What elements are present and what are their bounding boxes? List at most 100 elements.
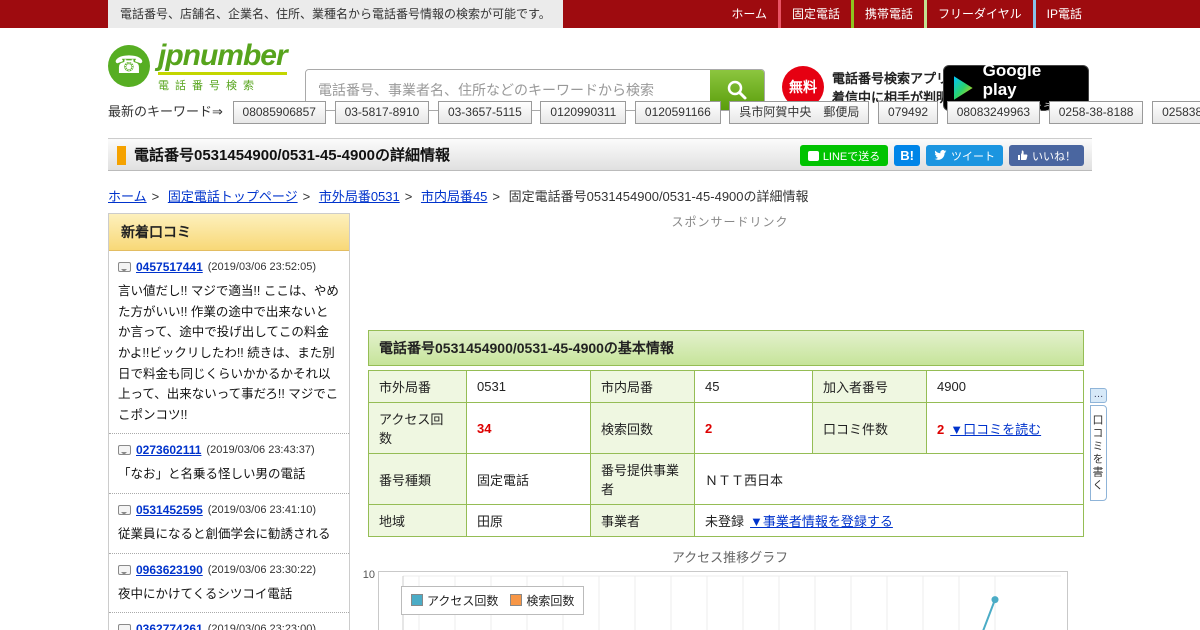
chart-legend: アクセス回数 検索回数 bbox=[401, 586, 585, 615]
keyword-chip[interactable]: 0258388188 bbox=[1152, 101, 1200, 124]
table-row: 番号種類 固定電話 番号提供事業者 ＮＴＴ西日本 bbox=[368, 453, 1084, 505]
main-content: スポンサードリンク 電話番号0531454900/0531-45-4900の基本… bbox=[363, 213, 1092, 630]
chart-title: アクセス推移グラフ bbox=[671, 550, 789, 565]
collapsed-side-tab[interactable]: … bbox=[1090, 388, 1107, 403]
access-count-label: アクセス回数 bbox=[368, 402, 467, 454]
local-code-value: 45 bbox=[694, 370, 813, 403]
keyword-chip[interactable]: 0120990311 bbox=[540, 101, 627, 124]
provider-label: 番号提供事業者 bbox=[590, 453, 695, 505]
top-nav: ホーム 固定電話 携帯電話 フリーダイヤル IP電話 bbox=[720, 0, 1093, 28]
hatena-bookmark-button[interactable]: B! bbox=[894, 145, 920, 166]
topnav-tollfree[interactable]: フリーダイヤル bbox=[924, 0, 1033, 28]
keyword-chip[interactable]: 0120591166 bbox=[634, 101, 721, 124]
legend-item-search: 検索回数 bbox=[510, 592, 574, 609]
page: 電話番号、店舗名、企業名、住所、業種名から電話番号情報の検索が可能です。 ホーム… bbox=[0, 0, 1200, 630]
access-trend-chart: 10 5 0 アクセス回数 検索回数 bbox=[363, 569, 1068, 630]
breadcrumb-area-code[interactable]: 市外局番0531 bbox=[319, 189, 400, 204]
review-item: 0362774261 (2019/03/06 23:23:00) 加盟店手数料が… bbox=[109, 613, 349, 630]
page-title: 電話番号0531454900/0531-45-4900の詳細情報 bbox=[134, 147, 451, 164]
breadcrumb-separator: > bbox=[492, 189, 501, 204]
breadcrumb-landline-top[interactable]: 固定電話トップページ bbox=[168, 189, 298, 204]
area-code-value: 0531 bbox=[466, 370, 591, 403]
basic-info-table: 市外局番 0531 市内局番 45 加入者番号 4900 アクセス回数 34 検… bbox=[368, 370, 1084, 537]
app-promo-line1: 電話番号検索アプリ bbox=[832, 71, 950, 86]
keyword-chip[interactable]: 03-5817-8910 bbox=[334, 101, 430, 124]
search-count-label: 検索回数 bbox=[590, 402, 695, 454]
keyword-chip[interactable]: 0258-38-8188 bbox=[1048, 101, 1144, 124]
breadcrumb-current: 固定電話番号0531454900/0531-45-4900の詳細情報 bbox=[508, 189, 809, 204]
breadcrumb-separator: > bbox=[302, 189, 311, 204]
subscriber-label: 加入者番号 bbox=[812, 370, 927, 403]
tweet-button[interactable]: ツイート bbox=[926, 145, 1003, 166]
topnav-landline[interactable]: 固定電話 bbox=[777, 0, 851, 28]
review-text: 夜中にかけてくるシツコイ電話 bbox=[118, 586, 293, 601]
review-text: 言い値だし!! マジで適当!! ここは、やめた方がいい!! 作業の途中で出来ない… bbox=[118, 284, 339, 422]
topnav-mobile[interactable]: 携帯電話 bbox=[850, 0, 924, 28]
breadcrumb-home[interactable]: ホーム bbox=[108, 189, 147, 204]
hatena-icon: B! bbox=[900, 148, 914, 163]
review-item: 0963623190 (2019/03/06 23:30:22) 夜中にかけてく… bbox=[109, 554, 349, 614]
keyword-chip[interactable]: 08083249963 bbox=[946, 101, 1041, 124]
comment-bubble-icon bbox=[118, 262, 131, 272]
breadcrumb-separator: > bbox=[151, 189, 160, 204]
keyword-chip[interactable]: 079492 bbox=[878, 101, 939, 124]
header: ☎ jpnumber 電話番号検索 無料 電話番号検索アプリ 着信中に相手が判明 bbox=[0, 28, 1200, 114]
legend-swatch-access bbox=[411, 594, 423, 606]
read-reviews-link[interactable]: ▼口コミを読む bbox=[950, 422, 1041, 437]
review-date: (2019/03/06 23:52:05) bbox=[207, 261, 317, 273]
review-phone-link[interactable]: 0531452595 bbox=[136, 503, 203, 517]
review-date: (2019/03/06 23:41:10) bbox=[207, 504, 317, 516]
search-count-value: 2 bbox=[694, 402, 813, 454]
twitter-bird-icon bbox=[934, 150, 947, 160]
play-triangle-icon bbox=[954, 76, 973, 100]
region-label: 地域 bbox=[368, 504, 467, 537]
business-label: 事業者 bbox=[590, 504, 695, 537]
topnav-home[interactable]: ホーム bbox=[720, 0, 778, 28]
review-phone-link[interactable]: 0457517441 bbox=[136, 260, 203, 274]
keywords-label: 最新のキーワード⇒ bbox=[108, 104, 223, 119]
review-date: (2019/03/06 23:43:37) bbox=[206, 444, 315, 457]
phone-logo-icon: ☎ bbox=[108, 45, 150, 88]
page-title-bar: 電話番号0531454900/0531-45-4900の詳細情報 LINEで送る… bbox=[108, 138, 1092, 171]
gplay-line1: Google play bbox=[982, 60, 1042, 99]
keyword-chip[interactable]: 08085906857 bbox=[232, 101, 326, 124]
logo-brand: jpnumber bbox=[158, 40, 288, 75]
keyword-chip[interactable]: 呉市阿賀中央 郵便局 bbox=[729, 101, 870, 124]
review-phone-link[interactable]: 0963623190 bbox=[136, 563, 203, 577]
sponsored-label: スポンサードリンク bbox=[671, 215, 789, 229]
write-review-tab[interactable]: 口コミを書く bbox=[1090, 405, 1107, 501]
latest-keywords: 最新のキーワード⇒ 08085906857 03-5817-8910 03-36… bbox=[108, 99, 1200, 129]
site-tagline: 電話番号、店舗名、企業名、住所、業種名から電話番号情報の検索が可能です。 bbox=[108, 0, 563, 28]
topbar: 電話番号、店舗名、企業名、住所、業種名から電話番号情報の検索が可能です。 ホーム… bbox=[0, 0, 1200, 28]
social-buttons: LINEで送る B! ツイート いいね！ bbox=[799, 145, 1084, 166]
provider-value: ＮＴＴ西日本 bbox=[694, 453, 1084, 505]
comment-bubble-icon bbox=[118, 445, 131, 456]
table-row: 地域 田原 事業者 未登録 ▼事業者情報を登録する bbox=[368, 504, 1084, 537]
logo-subtitle: 電話番号検索 bbox=[158, 79, 260, 92]
subscriber-value: 4900 bbox=[926, 370, 1084, 403]
logo[interactable]: ☎ jpnumber 電話番号検索 bbox=[108, 40, 288, 93]
y-tick-10: 10 bbox=[362, 569, 375, 581]
topnav-ip-phone[interactable]: IP電話 bbox=[1032, 0, 1093, 28]
review-phone-link[interactable]: 0273602111 bbox=[136, 443, 201, 457]
line-share-button[interactable]: LINEで送る bbox=[799, 145, 889, 166]
access-count-value: 34 bbox=[466, 402, 591, 454]
review-text: 従業員になると創価学会に勧誘される bbox=[118, 527, 331, 541]
title-accent-bar bbox=[117, 146, 126, 165]
business-value: 未登録 ▼事業者情報を登録する bbox=[694, 504, 1084, 537]
keyword-chip[interactable]: 03-3657-5115 bbox=[437, 101, 532, 124]
table-row: 市外局番 0531 市内局番 45 加入者番号 4900 bbox=[368, 370, 1084, 403]
review-text: 「なお」と名乗る怪しい男の電話 bbox=[118, 467, 306, 482]
number-type-value: 固定電話 bbox=[466, 453, 591, 505]
recent-reviews-sidebar: 新着口コミ 0457517441 (2019/03/06 23:52:05) 言… bbox=[108, 213, 350, 630]
local-code-label: 市内局番 bbox=[590, 370, 695, 403]
review-count-label: 口コミ件数 bbox=[812, 402, 927, 454]
review-phone-link[interactable]: 0362774261 bbox=[136, 622, 203, 630]
region-value: 田原 bbox=[466, 504, 591, 537]
review-item: 0457517441 (2019/03/06 23:52:05) 言い値だし!!… bbox=[109, 251, 349, 435]
facebook-like-button[interactable]: いいね！ bbox=[1009, 145, 1084, 166]
breadcrumb-local-code[interactable]: 市内局番45 bbox=[421, 189, 487, 204]
register-business-link[interactable]: ▼事業者情報を登録する bbox=[750, 514, 893, 529]
line-icon bbox=[807, 150, 819, 161]
table-row: アクセス回数 34 検索回数 2 口コミ件数 2 ▼口コミを読む bbox=[368, 402, 1084, 454]
